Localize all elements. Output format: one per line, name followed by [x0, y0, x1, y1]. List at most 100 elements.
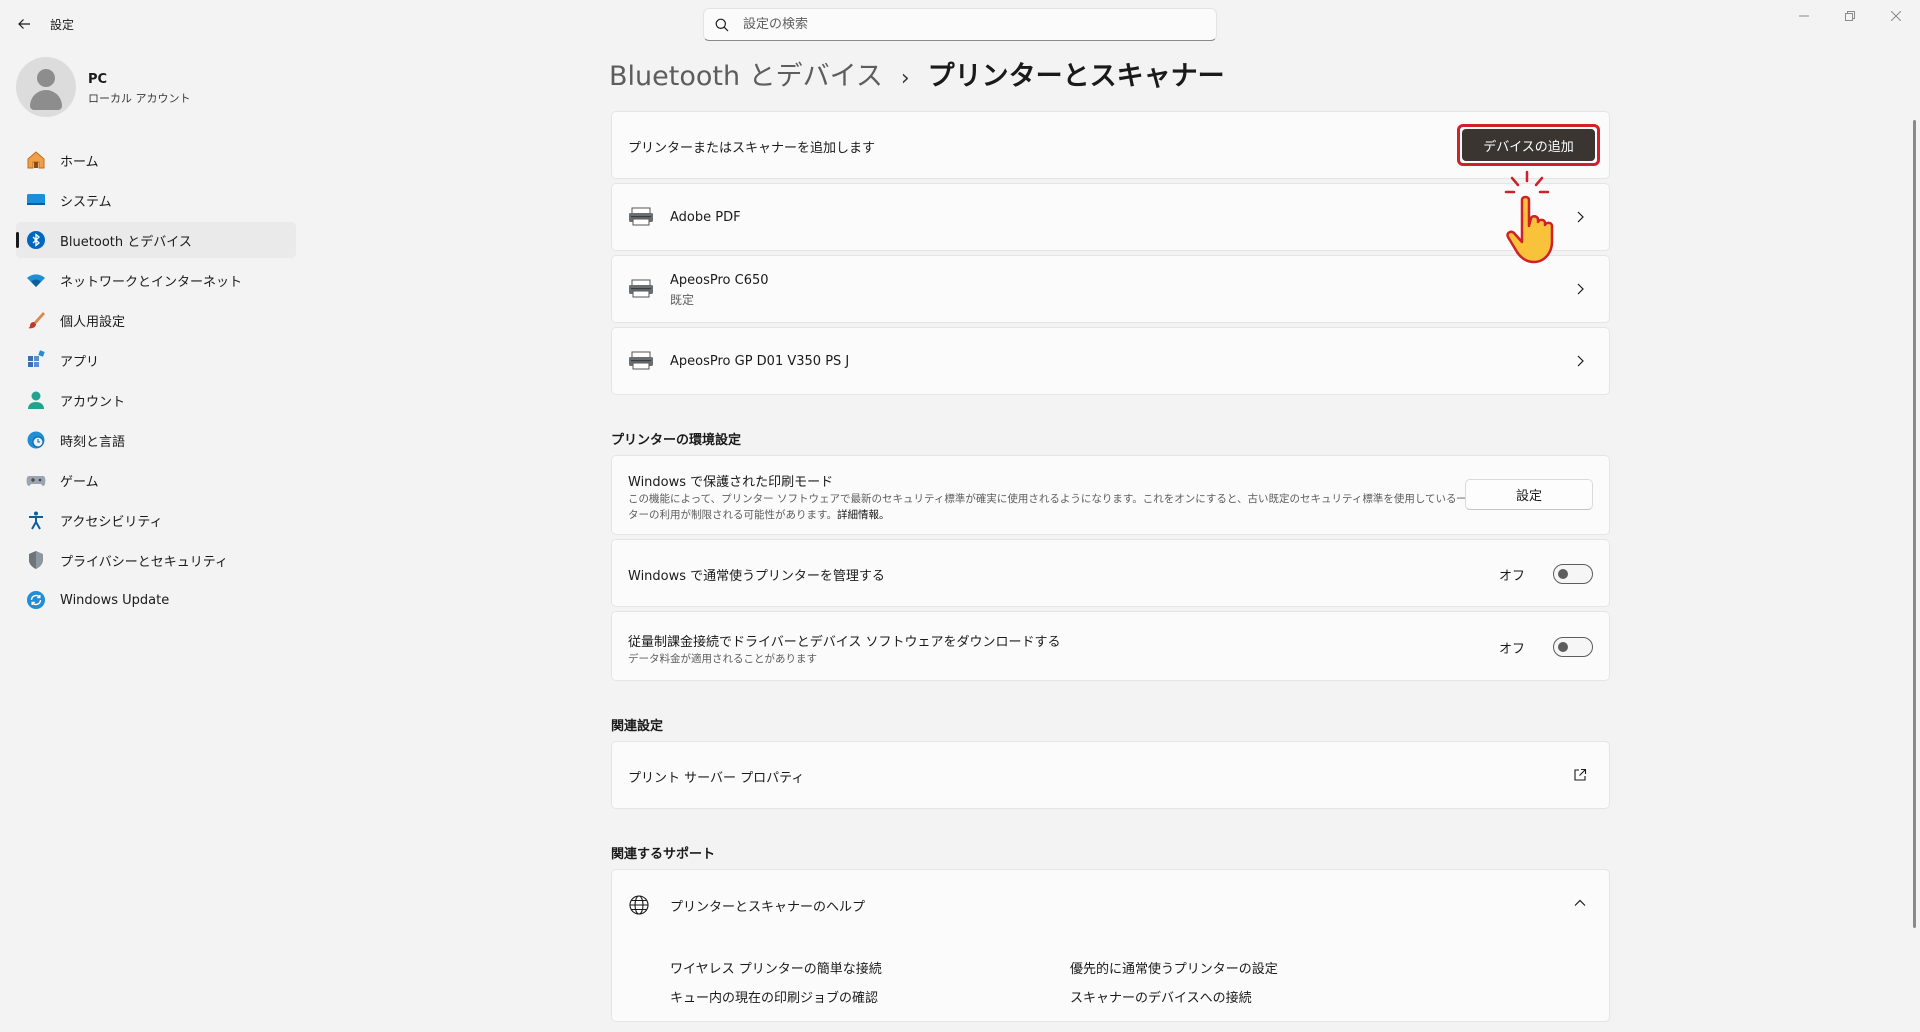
protected-mode-desc-line2: ターの利用が制限される可能性があります。 [628, 509, 837, 521]
manage-default-title: Windows で通常使うプリンターを管理する [628, 569, 885, 584]
print-server-label: プリント サーバー プロパティ [628, 771, 805, 786]
printer-name: ApeosPro C650 [670, 273, 769, 288]
printer-name: Adobe PDF [670, 210, 741, 225]
apps-icon [26, 350, 46, 370]
sidebar-item-network[interactable]: ネットワークとインターネット [16, 262, 296, 298]
help-links-panel: ワイヤレス プリンターの簡単な接続 優先的に通常使うプリンターの設定 キュー内の… [611, 936, 1610, 1022]
sidebar-item-label: ホーム [60, 154, 99, 170]
chevron-right-icon [1577, 283, 1584, 295]
metered-download-card: 従量制課金接続でドライバーとデバイス ソフトウェアをダウンロードする データ料金… [611, 611, 1610, 681]
search-box[interactable] [703, 8, 1217, 41]
external-link-icon [1574, 768, 1587, 781]
profile-account-type: ローカル アカウント [88, 92, 191, 105]
section-heading-preferences: プリンターの環境設定 [611, 433, 742, 448]
search-icon [715, 18, 729, 31]
help-title: プリンターとスキャナーのヘルプ [670, 900, 866, 915]
metered-download-subtitle: データ料金が適用されることがあります [628, 653, 817, 665]
print-server-properties-row[interactable]: プリント サーバー プロパティ [611, 741, 1610, 809]
help-link[interactable]: 優先的に通常使うプリンターの設定 [1070, 958, 1278, 977]
minimize-button[interactable] [1781, 0, 1827, 32]
sidebar-item-label: Windows Update [60, 592, 170, 608]
chevron-right-icon [1577, 355, 1584, 367]
bluetooth-icon [26, 230, 46, 250]
protected-mode-settings-button[interactable]: 設定 [1465, 479, 1593, 510]
scrollbar[interactable] [1913, 120, 1916, 928]
printer-row[interactable]: ApeosPro GP D01 V350 PS J [611, 327, 1610, 395]
sidebar-item-accounts[interactable]: アカウント [16, 382, 296, 418]
sidebar-nav: ホーム システム Bluetooth とデバイス ネットワークとインターネット … [16, 142, 296, 622]
toggle-state-label: オフ [1498, 569, 1525, 584]
printer-status: 既定 [670, 293, 695, 307]
globe-icon [629, 895, 649, 915]
add-device-button[interactable]: デバイスの追加 [1462, 129, 1595, 161]
printer-icon [629, 207, 653, 226]
sidebar-item-label: 個人用設定 [60, 314, 126, 330]
breadcrumb: Bluetooth とデバイス › プリンターとスキャナー [609, 54, 1225, 93]
sidebar-item-label: アクセシビリティ [60, 514, 163, 530]
user-profile[interactable]: PC ローカル アカウント [16, 57, 296, 117]
title-bar: 設定 [0, 0, 1920, 48]
breadcrumb-parent[interactable]: Bluetooth とデバイス [609, 54, 883, 93]
printer-name: ApeosPro GP D01 V350 PS J [670, 354, 850, 369]
protected-mode-title: Windows で保護された印刷モード [628, 475, 834, 490]
close-button[interactable] [1873, 0, 1919, 32]
chevron-right-icon [1577, 211, 1584, 223]
search-input[interactable] [743, 17, 1183, 32]
protected-mode-desc-line2-wrap: ターの利用が制限される可能性があります。詳細情報。 [628, 507, 889, 522]
metered-download-toggle[interactable] [1553, 637, 1593, 657]
sidebar-item-bluetooth[interactable]: Bluetooth とデバイス [16, 222, 296, 258]
toggle-state-label: オフ [1498, 642, 1525, 657]
sidebar-item-personalization[interactable]: 個人用設定 [16, 302, 296, 338]
back-arrow-icon [18, 19, 30, 29]
sidebar-item-system[interactable]: システム [16, 182, 296, 218]
printer-help-expander[interactable]: プリンターとスキャナーのヘルプ [611, 869, 1610, 937]
sidebar-item-time-language[interactable]: 時刻と言語 [16, 422, 296, 458]
gamepad-icon [26, 470, 46, 490]
page-title: プリンターとスキャナー [927, 61, 1225, 92]
back-button[interactable] [10, 10, 38, 38]
update-icon [26, 590, 46, 610]
help-link[interactable]: キュー内の現在の印刷ジョブの確認 [670, 987, 878, 1006]
manage-default-printer-card: Windows で通常使うプリンターを管理する オフ [611, 539, 1610, 607]
printer-icon [629, 279, 653, 298]
restore-button[interactable] [1827, 0, 1873, 32]
add-device-label: プリンターまたはスキャナーを追加します [628, 141, 876, 156]
sidebar-item-gaming[interactable]: ゲーム [16, 462, 296, 498]
metered-download-title: 従量制課金接続でドライバーとデバイス ソフトウェアをダウンロードする [628, 635, 1061, 650]
sidebar-item-apps[interactable]: アプリ [16, 342, 296, 378]
protected-print-mode-card: Windows で保護された印刷モード この機能によって、プリンター ソフトウェ… [611, 455, 1610, 535]
home-icon [26, 150, 46, 170]
sidebar-item-label: プライバシーとセキュリティ [60, 554, 228, 570]
printer-icon [629, 351, 653, 370]
restore-icon [1845, 11, 1855, 21]
printer-row[interactable]: ApeosPro C650 既定 [611, 255, 1610, 323]
chevron-up-icon [1574, 899, 1586, 906]
globe-clock-icon [26, 430, 46, 450]
system-icon [26, 190, 46, 210]
shield-icon [26, 550, 46, 570]
section-heading-related-support: 関連するサポート [611, 847, 716, 862]
brush-icon [26, 310, 46, 330]
profile-name: PC [88, 72, 108, 87]
sidebar-item-accessibility[interactable]: アクセシビリティ [16, 502, 296, 538]
app-title: 設定 [50, 18, 75, 32]
accessibility-icon [26, 510, 46, 530]
sidebar-item-label: アプリ [60, 354, 100, 370]
sidebar-item-label: Bluetooth とデバイス [60, 234, 192, 250]
sidebar-item-label: ネットワークとインターネット [60, 274, 243, 290]
printer-row[interactable]: Adobe PDF [611, 183, 1610, 251]
breadcrumb-separator: › [900, 66, 910, 91]
sidebar-item-label: アカウント [60, 394, 126, 410]
help-link[interactable]: ワイヤレス プリンターの簡単な接続 [670, 958, 882, 977]
avatar [16, 57, 76, 117]
sidebar-item-privacy[interactable]: プライバシーとセキュリティ [16, 542, 296, 578]
learn-more-link[interactable]: 詳細情報。 [837, 509, 890, 521]
manage-default-toggle[interactable] [1553, 564, 1593, 584]
help-link[interactable]: スキャナーのデバイスへの接続 [1070, 987, 1252, 1006]
wifi-icon [26, 270, 46, 290]
close-icon [1891, 11, 1901, 21]
section-heading-related-settings: 関連設定 [611, 719, 664, 734]
sidebar-item-windows-update[interactable]: Windows Update [16, 582, 296, 618]
sidebar-item-label: ゲーム [60, 474, 99, 490]
sidebar-item-home[interactable]: ホーム [16, 142, 296, 178]
